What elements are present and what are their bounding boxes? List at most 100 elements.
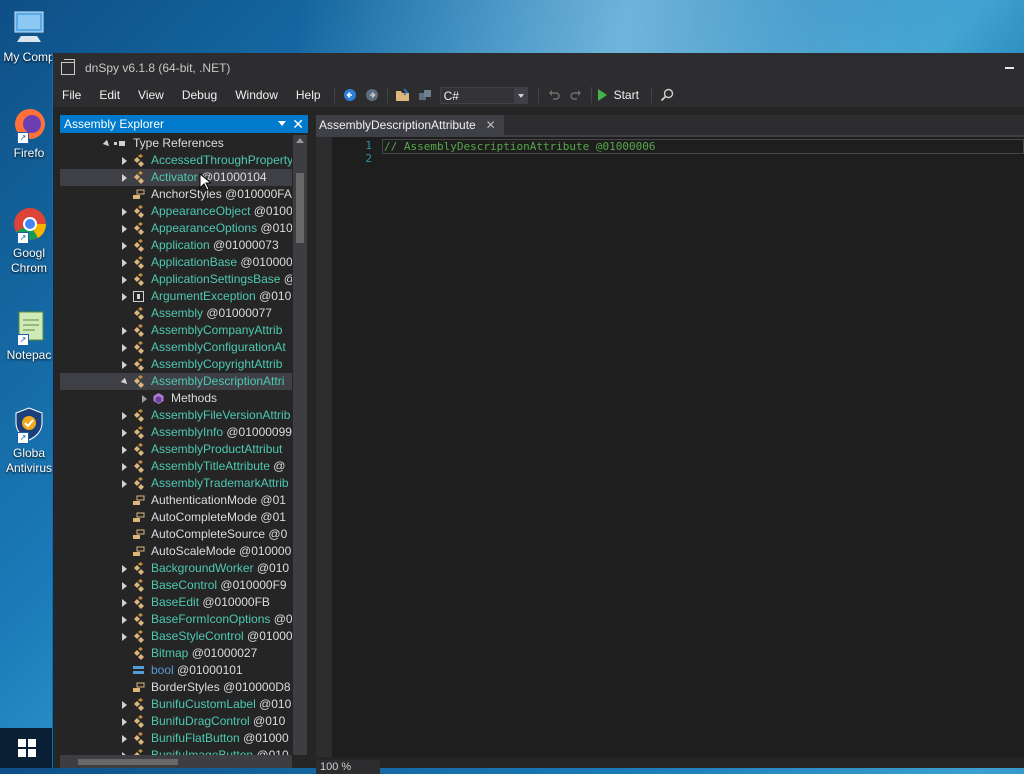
menu-edit[interactable]: Edit [90,83,129,107]
tree-item[interactable]: AssemblyTitleAttribute @ [60,458,292,475]
collapsed-arrow-icon[interactable] [122,463,127,471]
tree-item[interactable]: AssemblyProductAttribut [60,441,292,458]
desktop-icon[interactable]: ↗ Googl Chrom [0,204,58,276]
close-icon[interactable]: ✕ [486,115,496,135]
tree-item[interactable]: BaseFormIconOptions @0 [60,611,292,628]
collapsed-arrow-icon[interactable] [122,208,127,216]
tree-item[interactable]: bool @01000101 [60,662,292,679]
tree-item[interactable]: Methods [60,390,292,407]
expanded-arrow-icon[interactable] [120,377,130,387]
collapsed-arrow-icon[interactable] [122,616,127,624]
tree-item[interactable]: BaseStyleControl @01000 [60,628,292,645]
collapsed-arrow-icon[interactable] [142,395,147,403]
minimize-icon[interactable] [1005,67,1014,69]
tree-item[interactable]: BorderStyles @010000D8 [60,679,292,696]
restore-window-icon[interactable] [61,58,75,75]
collapsed-arrow-icon[interactable] [122,599,127,607]
menu-help[interactable]: Help [287,83,330,107]
chevron-down-icon[interactable] [278,121,286,126]
collapsed-arrow-icon[interactable] [122,412,127,420]
collapsed-arrow-icon[interactable] [122,429,127,437]
tree-item[interactable]: ArgumentException @010 [60,288,292,305]
tree-item[interactable]: Assembly @01000077 [60,305,292,322]
collapsed-arrow-icon[interactable] [122,582,127,590]
tree-item[interactable]: AssemblyFileVersionAttrib [60,407,292,424]
tree-item[interactable]: AssemblyConfigurationAt [60,339,292,356]
code-line[interactable] [384,154,1024,167]
tree-item[interactable]: Activator @01000104 [60,169,292,186]
open-folder-icon[interactable] [394,86,412,104]
tree-item[interactable]: BunifuCustomLabel @010 [60,696,292,713]
collapsed-arrow-icon[interactable] [122,565,127,573]
menu-debug[interactable]: Debug [173,83,226,107]
collapsed-arrow-icon[interactable] [122,157,127,165]
scrollbar-thumb[interactable] [78,759,178,765]
code-content[interactable]: // AssemblyDescriptionAttribute @0100000… [382,139,1024,167]
scrollbar-thumb[interactable] [296,173,304,243]
tree-item[interactable]: AssemblyDescriptionAttri [60,373,292,390]
title-bar[interactable]: dnSpy v6.1.8 (64-bit, .NET) [53,53,1024,83]
language-select[interactable]: C# [439,86,528,104]
collapsed-arrow-icon[interactable] [122,327,127,335]
tree-item[interactable]: AccessedThroughProperty [60,152,292,169]
navigate-back-icon[interactable] [341,86,359,104]
tree-item[interactable]: BaseEdit @010000FB [60,594,292,611]
tree-item[interactable]: BackgroundWorker @010 [60,560,292,577]
search-icon[interactable] [658,86,676,104]
menu-view[interactable]: View [129,83,173,107]
tree-item[interactable]: Type References [60,135,292,152]
navigate-forward-icon[interactable] [363,86,381,104]
code-line[interactable]: // AssemblyDescriptionAttribute @0100000… [382,139,1024,154]
code-editor[interactable]: 1 2 // AssemblyDescriptionAttribute @010… [332,137,1024,757]
tree-item[interactable]: ApplicationBase @010000 [60,254,292,271]
tree-item[interactable]: AssemblyTrademarkAttrib [60,475,292,492]
open-list-icon[interactable] [416,86,434,104]
horizontal-scrollbar[interactable] [60,755,292,768]
tree-item[interactable]: AutoCompleteMode @01 [60,509,292,526]
menu-file[interactable]: File [53,83,90,107]
tree-item[interactable]: AppearanceObject @0100 [60,203,292,220]
desktop-icon[interactable]: ↗ Globa Antivirus [0,404,58,476]
collapsed-arrow-icon[interactable] [122,361,127,369]
tree-item[interactable]: AssemblyCompanyAttrib [60,322,292,339]
desktop-icon[interactable]: ↗ Firefo [0,104,58,161]
tree-item[interactable]: AuthenticationMode @01 [60,492,292,509]
collapsed-arrow-icon[interactable] [122,480,127,488]
undo-icon[interactable] [545,86,563,104]
scroll-up-icon[interactable] [296,138,304,143]
tree-item[interactable]: AppearanceOptions @010 [60,220,292,237]
collapsed-arrow-icon[interactable] [122,633,127,641]
collapsed-arrow-icon[interactable] [122,735,127,743]
tree-item[interactable]: AutoCompleteSource @0 [60,526,292,543]
desktop-icon[interactable]: ↗ Notepac [0,306,58,363]
collapsed-arrow-icon[interactable] [122,174,127,182]
vertical-scrollbar[interactable] [293,135,307,755]
menu-window[interactable]: Window [226,83,287,107]
tree-item[interactable]: AssemblyInfo @01000099 [60,424,292,441]
close-icon[interactable]: ✕ [292,115,304,133]
collapsed-arrow-icon[interactable] [122,276,127,284]
desktop-icon[interactable]: My Comp [0,8,58,65]
start-button[interactable] [0,728,54,768]
chevron-down-icon[interactable] [513,87,527,103]
tab-assembly-description-attribute[interactable]: AssemblyDescriptionAttribute ✕ [316,115,504,135]
collapsed-arrow-icon[interactable] [122,242,127,250]
collapsed-arrow-icon[interactable] [122,718,127,726]
collapsed-arrow-icon[interactable] [122,225,127,233]
tree-item[interactable]: AutoScaleMode @010000 [60,543,292,560]
tree-item[interactable]: AssemblyCopyrightAttrib [60,356,292,373]
tree-item[interactable]: BunifuDragControl @010 [60,713,292,730]
tree-item[interactable]: ApplicationSettingsBase @ [60,271,292,288]
tree-item[interactable]: BaseControl @010000F9 [60,577,292,594]
zoom-level[interactable]: 100 % [316,760,380,774]
assembly-tree[interactable]: Type References AccessedThroughProperty Ac… [60,135,292,768]
tree-item[interactable]: BunifuFlatButton @01000 [60,730,292,747]
collapsed-arrow-icon[interactable] [122,446,127,454]
start-debug-button[interactable]: Start [597,88,639,102]
tree-item[interactable]: Application @01000073 [60,237,292,254]
tree-item[interactable]: AnchorStyles @010000FA [60,186,292,203]
collapsed-arrow-icon[interactable] [122,344,127,352]
collapsed-arrow-icon[interactable] [122,701,127,709]
collapsed-arrow-icon[interactable] [122,293,127,301]
collapsed-arrow-icon[interactable] [122,259,127,267]
